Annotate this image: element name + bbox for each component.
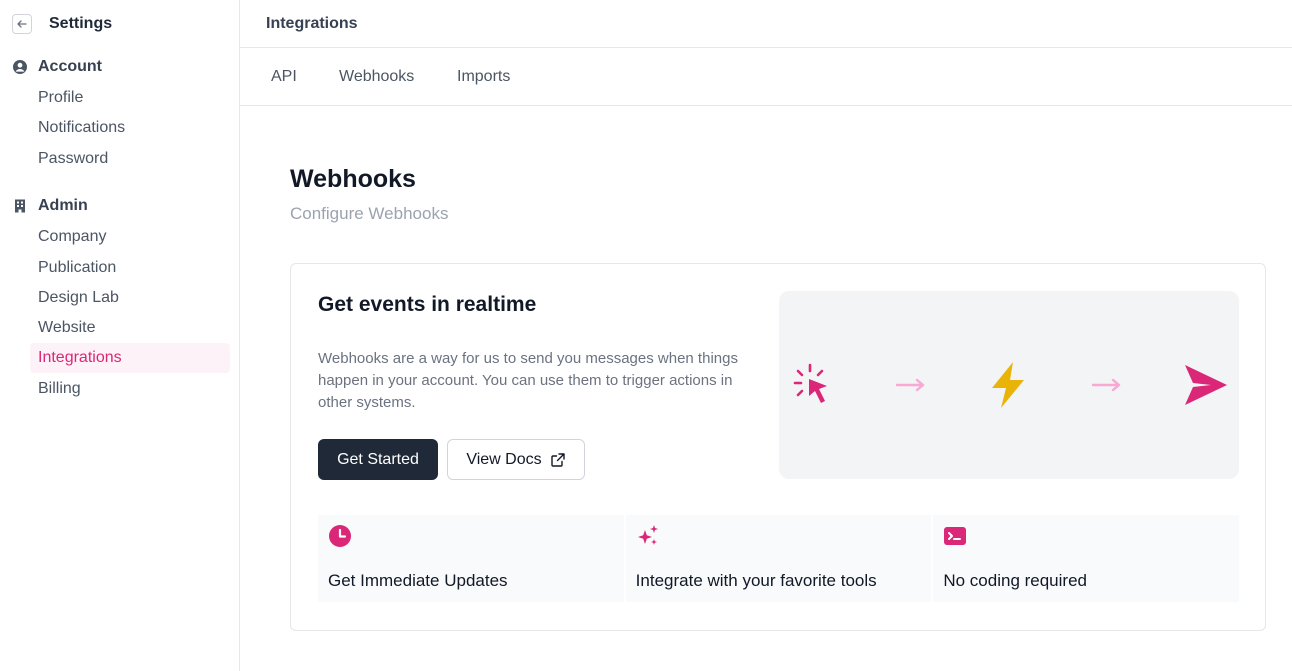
- webhook-illustration: [779, 291, 1239, 479]
- get-started-button[interactable]: Get Started: [318, 439, 438, 480]
- group-label-admin: Admin: [38, 197, 88, 214]
- feature-integrate-tools: Integrate with your favorite tools: [625, 515, 932, 602]
- user-circle-icon: [12, 59, 28, 75]
- clock-icon: [329, 525, 351, 547]
- external-link-icon: [550, 452, 565, 467]
- tab-bar: API Webhooks Imports: [240, 48, 1292, 106]
- sidebar-item-billing[interactable]: Billing: [30, 374, 230, 404]
- sidebar-item-company[interactable]: Company: [30, 222, 230, 252]
- page-title: Webhooks: [290, 165, 416, 193]
- tab-api[interactable]: API: [271, 48, 297, 106]
- sidebar-item-design-lab[interactable]: Design Lab: [30, 283, 230, 313]
- paper-plane-icon: [1181, 291, 1229, 479]
- feature-label: Integrate with your favorite tools: [635, 571, 877, 590]
- sidebar-item-website[interactable]: Website: [30, 313, 230, 343]
- sparkles-icon: [637, 525, 658, 545]
- cursor-click-icon: [793, 291, 833, 479]
- sidebar-item-password[interactable]: Password: [30, 144, 230, 174]
- topbar: Integrations: [240, 0, 1292, 48]
- tab-imports[interactable]: Imports: [457, 48, 510, 106]
- arrow-right-icon: [1091, 291, 1123, 479]
- feature-label: No coding required: [943, 571, 1087, 590]
- group-heading-admin: Admin: [12, 194, 88, 218]
- feature-label: Get Immediate Updates: [328, 571, 508, 590]
- feature-immediate-updates: Get Immediate Updates: [318, 515, 624, 602]
- sidebar-title: Settings: [49, 15, 113, 32]
- arrow-left-icon: [17, 20, 27, 28]
- card-description: Webhooks are a way for us to send you me…: [318, 350, 738, 411]
- get-started-label: Get Started: [337, 450, 419, 468]
- sidebar-header: Settings: [12, 12, 112, 36]
- group-heading-account: Account: [12, 55, 102, 79]
- page-subtitle: Configure Webhooks: [290, 204, 449, 223]
- back-button[interactable]: [12, 14, 32, 34]
- view-docs-button[interactable]: View Docs: [447, 439, 585, 480]
- view-docs-label: View Docs: [466, 450, 542, 468]
- building-icon: [12, 198, 28, 214]
- sidebar-item-integrations[interactable]: Integrations: [30, 343, 230, 373]
- arrow-right-icon: [895, 291, 927, 479]
- tab-webhooks[interactable]: Webhooks: [339, 48, 414, 106]
- feature-list: Get Immediate Updates Integrate with you…: [318, 515, 1240, 602]
- group-label-account: Account: [38, 58, 102, 75]
- page-header-title: Integrations: [266, 14, 358, 32]
- card-title: Get events in realtime: [318, 293, 537, 316]
- sidebar-item-notifications[interactable]: Notifications: [30, 113, 230, 143]
- lightning-bolt-icon: [986, 291, 1030, 479]
- feature-no-coding: No coding required: [933, 515, 1240, 602]
- webhooks-card: Get events in realtime Webhooks are a wa…: [290, 263, 1266, 631]
- terminal-icon: [944, 527, 967, 545]
- sidebar: Settings Account Profile Notifications P…: [0, 0, 240, 671]
- sidebar-item-publication[interactable]: Publication: [30, 253, 230, 283]
- sidebar-item-profile[interactable]: Profile: [30, 83, 230, 113]
